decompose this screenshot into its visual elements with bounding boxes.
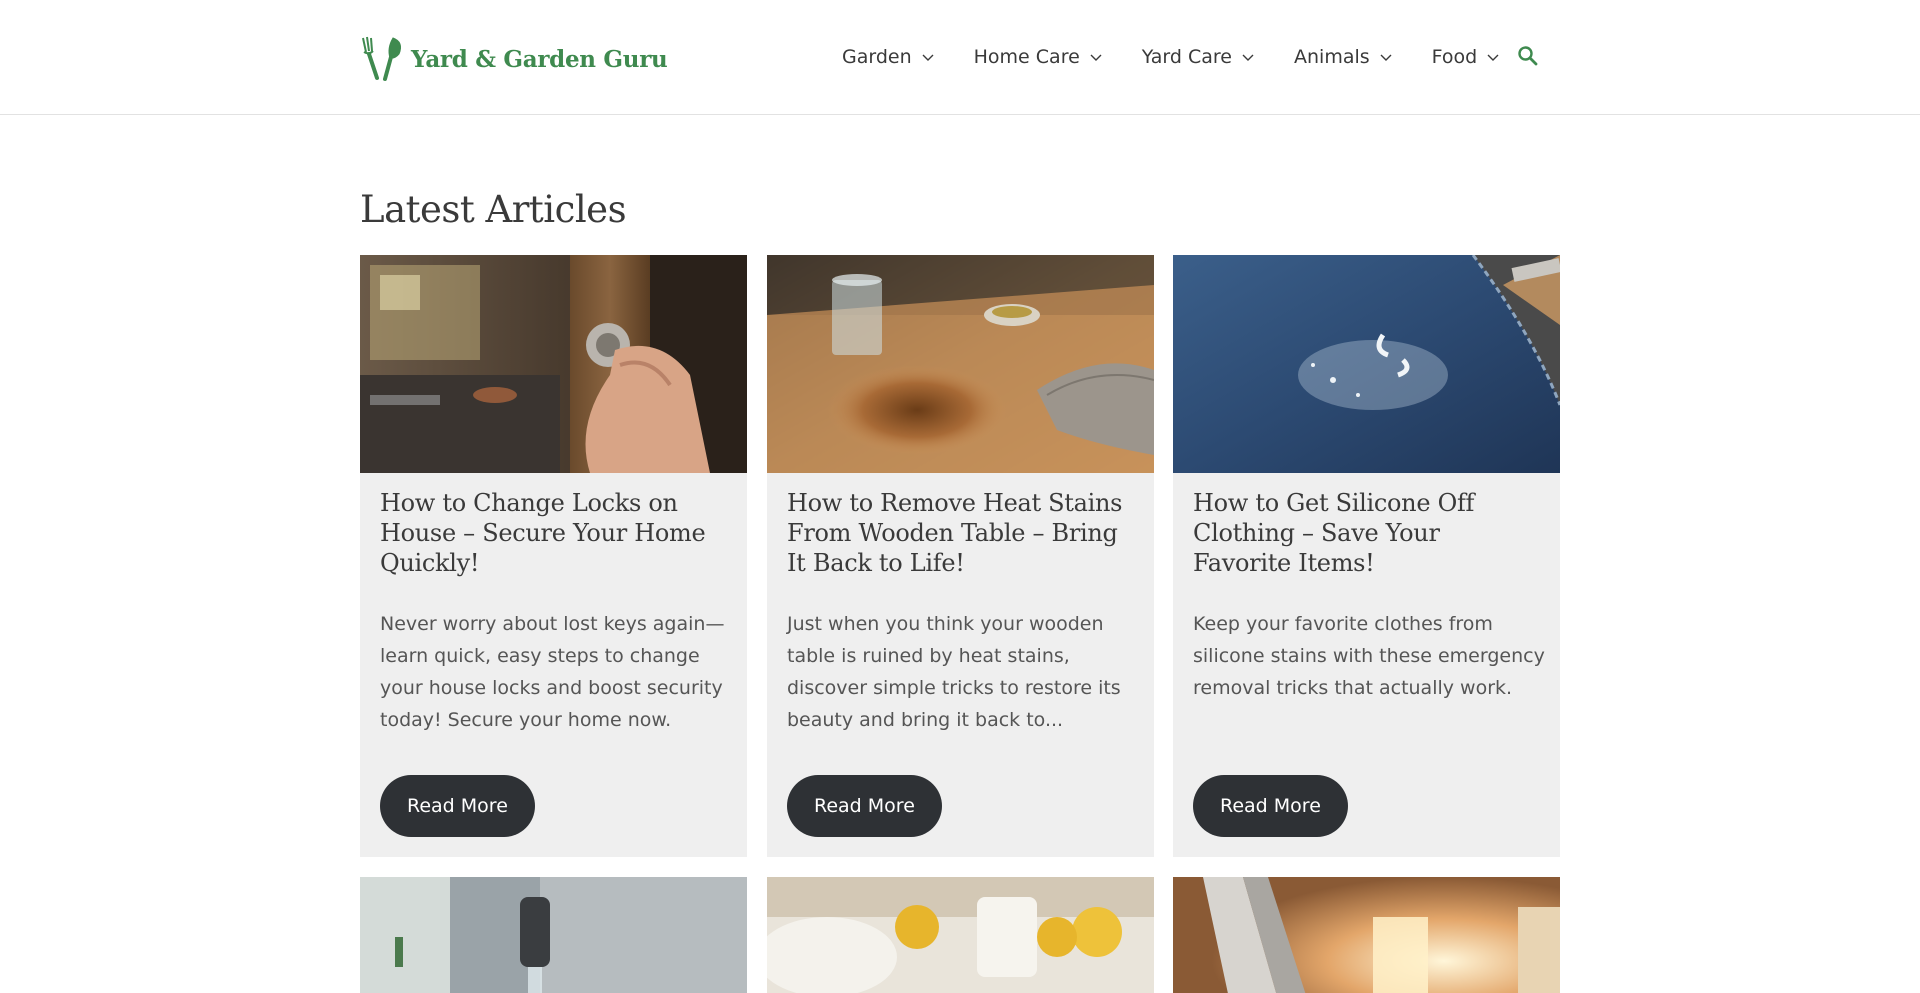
nav-item-yard-care[interactable]: Yard Care (1142, 46, 1254, 68)
nav-item-garden[interactable]: Garden (842, 46, 934, 68)
read-more-button[interactable]: Read More (1193, 775, 1348, 837)
nav-label: Food (1431, 46, 1478, 68)
garden-tools-icon (362, 36, 401, 81)
chevron-down-icon (1380, 54, 1392, 61)
site-title: Yard & Garden Guru (411, 45, 668, 73)
article-title[interactable]: How to Remove Heat Stains From Wooden Ta… (787, 488, 1137, 578)
nav-label: Animals (1294, 46, 1370, 68)
door-lock-photo[interactable] (360, 255, 747, 473)
window-light-photo[interactable] (1173, 877, 1560, 993)
chevron-down-icon (1487, 54, 1499, 61)
article-excerpt: Keep your favorite clothes from silicone… (1193, 613, 1545, 699)
chevron-down-icon (1090, 54, 1102, 61)
nav-item-animals[interactable]: Animals (1294, 46, 1392, 68)
site-logo[interactable]: Yard & Garden Guru (360, 36, 668, 82)
article-card: How to Change Locks on House – Secure Yo… (360, 255, 747, 857)
article-title[interactable]: How to Get Silicone Off Clothing – Save … (1193, 488, 1543, 578)
faucet-photo[interactable] (360, 877, 747, 993)
nav-item-food[interactable]: Food (1432, 46, 1500, 68)
nav-item-home-care[interactable]: Home Care (974, 46, 1102, 68)
chevron-down-icon (1242, 54, 1254, 61)
article-title[interactable]: How to Change Locks on House – Secure Yo… (380, 488, 730, 578)
read-more-button[interactable]: Read More (380, 775, 535, 837)
search-icon[interactable] (1517, 45, 1539, 67)
denim-silicone-photo[interactable] (1173, 255, 1560, 473)
article-excerpt: Just when you think your wooden table is… (787, 613, 1121, 731)
read-more-button[interactable]: Read More (787, 775, 942, 837)
lemon-towel-photo[interactable] (767, 877, 1154, 993)
nav-label: Home Care (973, 46, 1080, 68)
nav-label: Garden (842, 46, 912, 68)
article-card: How to Remove Heat Stains From Wooden Ta… (767, 255, 1154, 857)
article-card: How to Get Silicone Off Clothing – Save … (1173, 255, 1560, 857)
main-navigation: Garden Home Care Yard Care Animals Food (842, 40, 1539, 74)
wooden-table-photo[interactable] (767, 255, 1154, 473)
chevron-down-icon (922, 54, 934, 61)
article-excerpt: Never worry about lost keys again—learn … (380, 613, 725, 731)
nav-label: Yard Care (1141, 46, 1233, 68)
section-title: Latest Articles (360, 188, 627, 231)
site-header: Yard & Garden Guru Garden Home Care Yard… (0, 0, 1920, 115)
